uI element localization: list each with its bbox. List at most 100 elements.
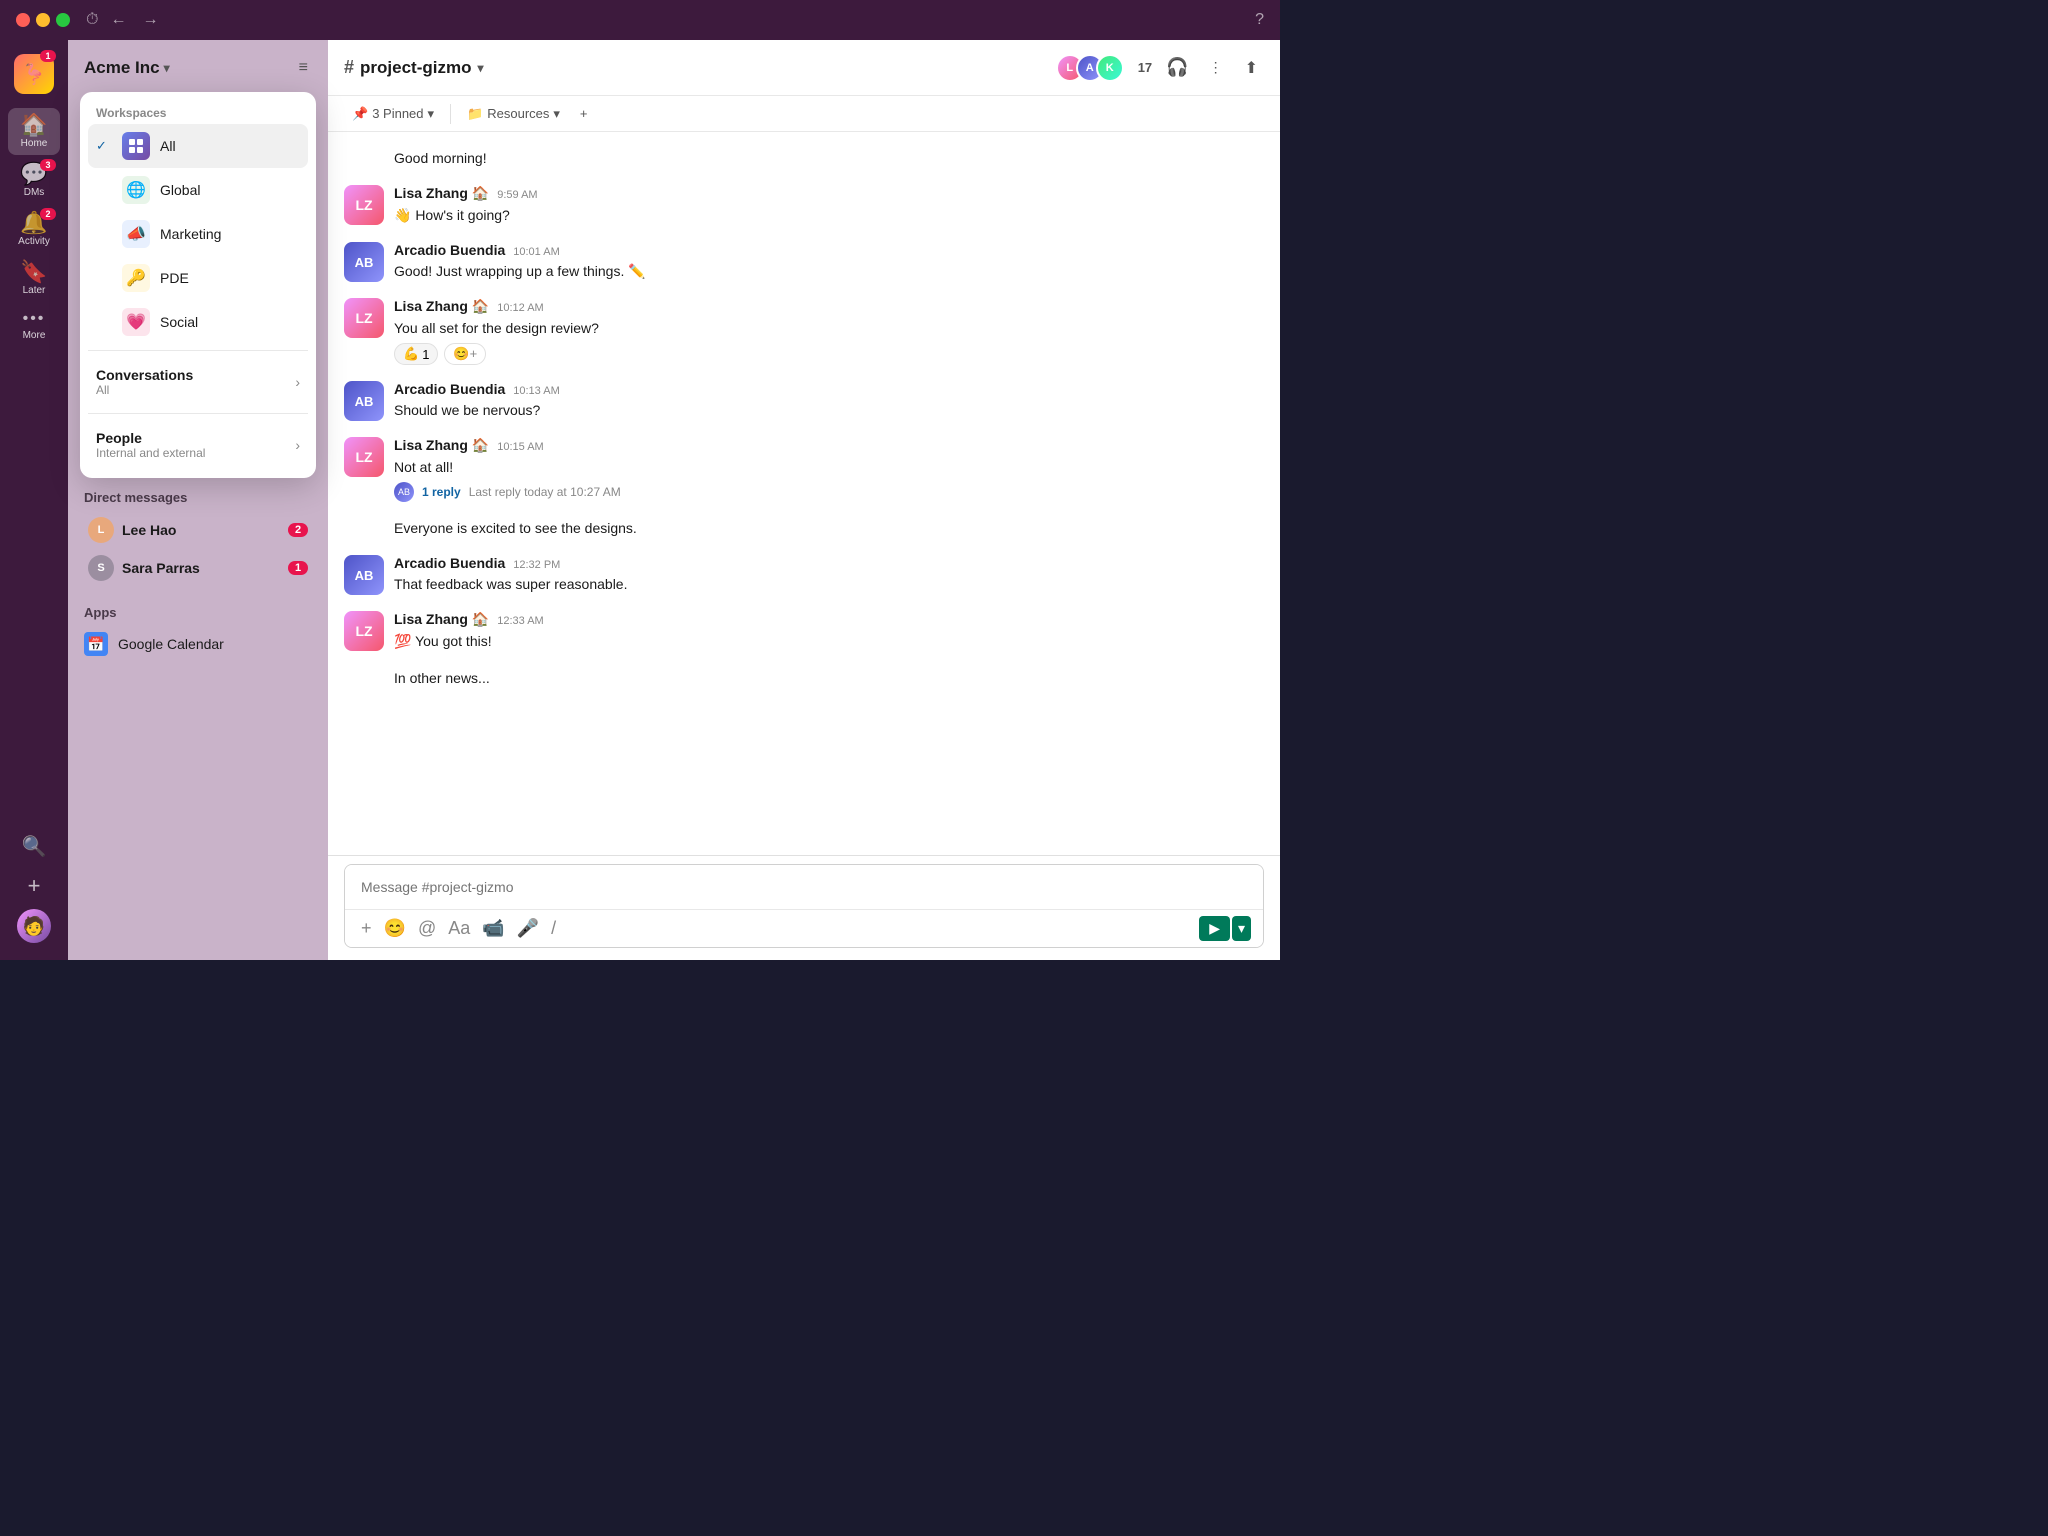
workspace-global-label: Global <box>160 182 200 198</box>
message-input-box: + 😊 @ Aa 📹 🎤 / ▶ ▾ <box>344 864 1264 948</box>
apps-title: Apps <box>68 599 328 626</box>
app-logo[interactable]: 🦩 1 <box>8 48 60 100</box>
add-button[interactable]: + <box>8 868 60 904</box>
search-button[interactable]: 🔍 <box>8 828 60 864</box>
mention-button[interactable]: @ <box>414 914 440 943</box>
minimize-button[interactable] <box>36 13 50 27</box>
sidebar-item-home[interactable]: 🏠 Home <box>8 108 60 155</box>
later-icon: 🔖 <box>20 261 47 283</box>
msg-text-arcadio-1001: Good! Just wrapping up a few things. ✏️ <box>394 261 1264 282</box>
avatar-button[interactable]: 🧑 <box>8 908 60 944</box>
msg-text-lisa-1233: 💯 You got this! <box>394 631 1264 652</box>
msg-content-lisa-1015: Lisa Zhang 🏠 10:15 AM Not at all! AB 1 r… <box>394 437 1264 502</box>
slash-button[interactable]: / <box>547 914 560 943</box>
sara-parras-avatar: S <box>88 555 114 581</box>
message-input-area: + 😊 @ Aa 📹 🎤 / ▶ ▾ <box>328 855 1280 960</box>
member-avatars[interactable]: L A K <box>1056 54 1124 82</box>
emoji-button[interactable]: 😊 <box>380 914 410 943</box>
resources-dropdown-icon: ▾ <box>553 106 560 122</box>
thread-reply-1015[interactable]: AB 1 reply Last reply today at 10:27 AM <box>394 482 1264 502</box>
team-name-button[interactable]: Acme Inc ▾ <box>84 58 170 78</box>
attach-button[interactable]: + <box>357 914 376 943</box>
mic-button[interactable]: 🎤 <box>513 914 543 943</box>
message-group-arcadio-1013: AB Arcadio Buendia 10:13 AM Should we be… <box>344 381 1264 421</box>
sidebar-item-later[interactable]: 🔖 Later <box>8 255 60 302</box>
conversations-subtitle: All <box>96 383 193 397</box>
dm-section-title: Direct messages <box>68 484 328 511</box>
sidebar-item-dms[interactable]: 💬 DMs 3 <box>8 157 60 204</box>
pinned-button[interactable]: 📌 3 Pinned ▾ <box>344 102 442 126</box>
workspace-marketing[interactable]: 📣 Marketing <box>88 212 308 256</box>
toolbar-divider <box>450 104 451 124</box>
later-label: Later <box>23 285 46 296</box>
conversations-arrow: › <box>295 374 300 390</box>
msg-text-lisa-1012: You all set for the design review? <box>394 318 1264 339</box>
divider-2 <box>88 413 308 414</box>
toolbar-bar: 📌 3 Pinned ▾ 📁 Resources ▾ + <box>328 96 1280 132</box>
send-dropdown-button[interactable]: ▾ <box>1232 916 1251 941</box>
sidebar-item-activity[interactable]: 🔔 Activity 2 <box>8 206 60 253</box>
thread-avatar-1015: AB <box>394 482 414 502</box>
thread-reply-time: Last reply today at 10:27 AM <box>469 485 621 499</box>
add-icon: + <box>28 873 41 899</box>
people-nav[interactable]: People Internal and external › <box>88 420 308 470</box>
lisa-avatar-1015: LZ <box>344 437 384 477</box>
dm-section: Direct messages L Lee Hao 2 S Sara Parra… <box>68 476 328 595</box>
msg-content-lisa-959: Lisa Zhang 🏠 9:59 AM 👋 How's it going? <box>394 185 1264 226</box>
workspace-pde[interactable]: 🔑 PDE <box>88 256 308 300</box>
workspace-all[interactable]: ✓ All <box>88 124 308 168</box>
close-button[interactable] <box>16 13 30 27</box>
msg-content-arcadio-1013: Arcadio Buendia 10:13 AM Should we be ne… <box>394 381 1264 421</box>
sara-parras-name: Sara Parras <box>122 560 280 576</box>
msg-content-arcadio-1232: Arcadio Buendia 12:32 PM That feedback w… <box>394 555 1264 595</box>
channel-kebab-button[interactable]: ⋮ <box>1203 55 1231 80</box>
dm-sara-parras[interactable]: S Sara Parras 1 <box>72 549 324 587</box>
team-menu-button[interactable]: ≡ <box>295 55 312 81</box>
sidebar-item-more[interactable]: ••• More <box>8 304 60 347</box>
message-everyone: Everyone is excited to see the designs. <box>344 518 1264 539</box>
workspace-marketing-label: Marketing <box>160 226 221 242</box>
msg-header-lisa-1015: Lisa Zhang 🏠 10:15 AM <box>394 437 1264 454</box>
activity-badge: 2 <box>40 208 56 220</box>
video-button[interactable]: 📹 <box>478 914 508 943</box>
home-icon: 🏠 <box>20 114 47 136</box>
message-good-morning: Good morning! <box>344 148 1264 169</box>
reaction-muscle[interactable]: 💪 1 <box>394 343 438 365</box>
message-group-lisa-1015: LZ Lisa Zhang 🏠 10:15 AM Not at all! AB … <box>344 437 1264 502</box>
google-calendar-item[interactable]: 📅 Google Calendar <box>68 626 328 662</box>
messages-area[interactable]: Good morning! LZ Lisa Zhang 🏠 9:59 AM 👋 … <box>328 132 1280 855</box>
pinned-dropdown-icon: ▾ <box>428 106 435 122</box>
msg-content-lisa-1233: Lisa Zhang 🏠 12:33 AM 💯 You got this! <box>394 611 1264 652</box>
team-name-arrow-icon: ▾ <box>164 61 170 75</box>
resources-button[interactable]: 📁 Resources ▾ <box>459 102 568 126</box>
arcadio-avatar-1001: AB <box>344 242 384 282</box>
maximize-button[interactable] <box>56 13 70 27</box>
dm-lee-hao[interactable]: L Lee Hao 2 <box>72 511 324 549</box>
headphone-button[interactable]: 🎧 <box>1160 53 1194 82</box>
share-icon-button[interactable]: ⬆ <box>1239 54 1264 82</box>
sara-parras-badge: 1 <box>288 561 308 575</box>
msg-header-lisa-1012: Lisa Zhang 🏠 10:12 AM <box>394 298 1264 315</box>
header-actions: L A K 17 🎧 ⋮ ⬆ <box>1056 53 1264 82</box>
team-header: Acme Inc ▾ ≡ <box>68 40 328 96</box>
channel-dropdown-icon[interactable]: ▾ <box>477 61 483 75</box>
workspace-social[interactable]: 💗 Social <box>88 300 308 344</box>
add-toolbar-button[interactable]: + <box>572 102 596 125</box>
people-subtitle: Internal and external <box>96 446 205 460</box>
message-input[interactable] <box>345 865 1263 909</box>
activity-label: Activity <box>18 236 50 247</box>
text-format-button[interactable]: Aa <box>444 914 474 943</box>
back-button[interactable]: ← <box>106 9 130 31</box>
history-icon[interactable]: ⏱ <box>86 11 98 29</box>
dms-label: DMs <box>24 187 45 198</box>
forward-button[interactable]: → <box>138 9 162 31</box>
workspace-global[interactable]: 🌐 Global <box>88 168 308 212</box>
send-button[interactable]: ▶ <box>1199 916 1230 941</box>
other-news-text: In other news... <box>394 670 490 686</box>
help-icon[interactable]: ? <box>1255 11 1264 29</box>
conversations-title: Conversations <box>96 367 193 383</box>
reaction-add-1012[interactable]: 😊+ <box>444 343 486 365</box>
msg-content-lisa-1012: Lisa Zhang 🏠 10:12 AM You all set for th… <box>394 298 1264 365</box>
divider-1 <box>88 350 308 351</box>
conversations-nav[interactable]: Conversations All › <box>88 357 308 407</box>
